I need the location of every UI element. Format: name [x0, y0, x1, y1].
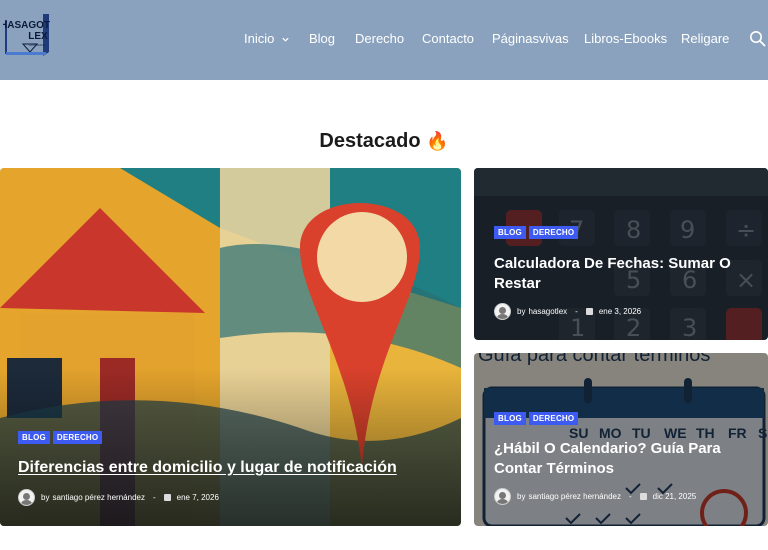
- post-2-tags: BLOG DERECHO: [494, 226, 579, 239]
- separator: -: [575, 307, 578, 316]
- author-name[interactable]: santiago pérez hernández: [528, 492, 621, 501]
- site-header: HASAGOT LEX GONTRACT Inicio Blog Derecho…: [0, 0, 768, 80]
- post-1-title[interactable]: Diferencias entre domicilio y lugar de n…: [18, 458, 448, 478]
- post-2-title[interactable]: Calculadora De Fechas: Sumar O Restar: [494, 254, 759, 294]
- author-prefix: by: [517, 492, 526, 501]
- tag-derecho[interactable]: DERECHO: [528, 412, 579, 425]
- featured-post-3[interactable]: Guía para contar términos SU MO TU WE TH…: [474, 353, 768, 526]
- section-title: Destacado 🔥: [0, 128, 768, 154]
- author-prefix: by: [517, 307, 526, 316]
- calendar-icon: [163, 494, 171, 501]
- nav-libros-ebooks[interactable]: Libros-Ebooks: [584, 30, 667, 48]
- post-3-meta: by santiago pérez hernández - dic 21, 20…: [494, 488, 696, 505]
- tag-blog[interactable]: BLOG: [494, 226, 526, 239]
- post-2-meta: by hasagotlex - ene 3, 2026: [494, 303, 641, 320]
- nav-inicio[interactable]: Inicio: [244, 30, 290, 48]
- tag-blog[interactable]: BLOG: [494, 412, 526, 425]
- author-name[interactable]: santiago pérez hernández: [52, 493, 145, 502]
- avatar[interactable]: [494, 488, 511, 505]
- logo-line-2: LEX: [28, 31, 48, 42]
- nav-blog[interactable]: Blog: [309, 30, 335, 48]
- site-logo[interactable]: HASAGOT LEX GONTRACT: [3, 12, 51, 58]
- post-date: ene 7, 2026: [176, 493, 219, 502]
- featured-post-1[interactable]: BLOG DERECHO Diferencias entre domicilio…: [0, 168, 461, 526]
- calendar-icon: [639, 493, 647, 500]
- avatar[interactable]: [18, 489, 35, 506]
- tag-derecho[interactable]: DERECHO: [528, 226, 579, 239]
- author-name[interactable]: hasagotlex: [528, 307, 567, 316]
- tag-derecho[interactable]: DERECHO: [52, 431, 103, 444]
- post-3-tags: BLOG DERECHO: [494, 412, 579, 425]
- chevron-down-icon: [282, 37, 289, 42]
- featured-post-2[interactable]: 7 8 9 ÷ 5 6 × 1 2 3 BLOG DERECHO Calcula…: [474, 168, 768, 340]
- fire-icon: 🔥: [426, 131, 449, 151]
- nav-paginasvivas[interactable]: Páginasvivas: [492, 30, 569, 48]
- author-prefix: by: [41, 493, 50, 502]
- separator: -: [152, 493, 156, 502]
- logo-line-1: HASAGOT: [3, 20, 50, 31]
- nav-religare[interactable]: Religare: [681, 30, 729, 48]
- post-date: ene 3, 2026: [598, 307, 642, 316]
- avatar[interactable]: [494, 303, 511, 320]
- separator: -: [628, 492, 632, 501]
- nav-inicio-label: Inicio: [244, 31, 275, 46]
- section-title-text: Destacado: [319, 130, 421, 152]
- calendar-icon: [585, 308, 593, 315]
- tag-blog[interactable]: BLOG: [18, 431, 50, 444]
- post-3-title[interactable]: ¿Hábil O Calendario? Guía Para Contar Té…: [494, 439, 759, 479]
- post-1-meta: by santiago pérez hernández - ene 7, 202…: [18, 489, 219, 506]
- nav-contacto[interactable]: Contacto: [422, 30, 474, 48]
- post-1-tags: BLOG DERECHO: [18, 431, 103, 444]
- post-date: dic 21, 2025: [652, 492, 697, 501]
- search-icon[interactable]: [749, 30, 766, 47]
- nav-derecho[interactable]: Derecho: [355, 30, 404, 48]
